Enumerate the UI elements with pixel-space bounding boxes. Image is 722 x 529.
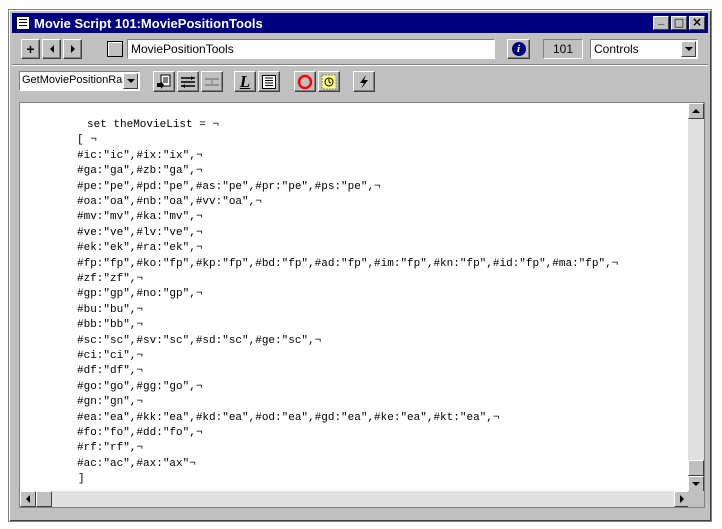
arrow-up-icon xyxy=(692,109,700,113)
category-dropdown-value: Controls xyxy=(594,42,639,56)
chevron-down-icon[interactable] xyxy=(123,73,138,89)
chevron-down-icon[interactable] xyxy=(681,41,696,57)
uncomment-icon xyxy=(205,77,219,86)
script-name-field[interactable]: MoviePositionTools xyxy=(127,39,495,59)
close-button[interactable]: × xyxy=(689,16,705,30)
code-line[interactable]: #ea:"ea",#kk:"ea",#kd:"ea",#od:"ea",#gd:… xyxy=(77,411,499,425)
toolbar-divider xyxy=(12,64,708,66)
close-icon: × xyxy=(691,15,703,29)
code-line[interactable]: #oa:"oa",#nb:"oa",#vv:"oa",¬ xyxy=(77,195,262,209)
handler-dropdown-value: GetMoviePositionRa xyxy=(22,74,123,86)
drag-cast-member-icon[interactable] xyxy=(107,41,123,57)
code-area[interactable]: set theMovieList = ¬[ ¬ #ic:"ic",#ix:"ix"… xyxy=(20,103,690,492)
cast-member-info-button[interactable]: i xyxy=(507,39,530,59)
recompile-button[interactable] xyxy=(353,71,375,92)
handler-dropdown[interactable]: GetMoviePositionRa xyxy=(19,71,140,91)
plus-icon: + xyxy=(26,41,35,57)
code-line[interactable]: #gn:"gn",¬ xyxy=(77,395,143,409)
code-line[interactable]: #ga:"ga",#zb:"ga",¬ xyxy=(77,164,202,178)
info-letter: i xyxy=(516,43,521,55)
code-line[interactable]: #pe:"pe",#pd:"pe",#as:"pe",#pr:"pe",#ps:… xyxy=(77,180,381,194)
horizontal-scrollbar[interactable] xyxy=(20,491,690,507)
scrollbar-corner xyxy=(688,491,704,507)
code-line[interactable]: #zf:"zf",¬ xyxy=(77,272,143,286)
new-script-button[interactable]: + xyxy=(21,39,40,59)
previous-arrow-icon xyxy=(49,45,54,53)
code-line[interactable]: #bb:"bb",¬ xyxy=(77,318,143,332)
go-to-handler-icon xyxy=(157,74,171,89)
minimize-button[interactable]: _ xyxy=(653,14,669,30)
vertical-scrollbar[interactable] xyxy=(688,103,704,492)
code-line[interactable]: #bu:"bu",¬ xyxy=(77,303,143,317)
arrow-left-icon xyxy=(26,495,30,503)
category-dropdown[interactable]: Controls xyxy=(590,39,698,59)
maximize-button[interactable]: □ xyxy=(671,16,687,30)
arrow-down-icon xyxy=(692,482,700,486)
cast-number-value: 101 xyxy=(553,42,574,56)
horizontal-scroll-thumb[interactable] xyxy=(36,491,52,507)
uncomment-button[interactable] xyxy=(201,71,223,92)
watch-expression-icon xyxy=(321,74,337,89)
vertical-scroll-thumb[interactable] xyxy=(688,460,704,476)
info-icon: i xyxy=(511,42,526,56)
maximize-icon: □ xyxy=(673,16,685,29)
cast-number-display: 101 xyxy=(543,39,583,59)
code-line[interactable]: #fp:"fp",#ko:"fp",#kp:"fp",#bd:"fp",#ad:… xyxy=(77,257,618,271)
window-title: Movie Script 101:MoviePositionTools xyxy=(34,15,263,31)
code-line[interactable]: #ic:"ic",#ix:"ix",¬ xyxy=(77,149,202,163)
code-line[interactable]: #ek:"ek",#ra:"ek",¬ xyxy=(77,241,202,255)
categorized-lingo-icon xyxy=(262,74,276,89)
categorized-lingo-button[interactable] xyxy=(258,71,280,92)
next-script-button[interactable] xyxy=(63,39,82,59)
toggle-breakpoint-button[interactable] xyxy=(294,71,316,92)
code-line[interactable]: #rf:"rf",¬ xyxy=(77,441,143,455)
alphabetical-lingo-icon: L xyxy=(239,71,251,91)
go-to-handler-button[interactable] xyxy=(153,71,175,92)
script-window: Movie Script 101:MoviePositionTools _ □ … xyxy=(8,9,712,522)
previous-script-button[interactable] xyxy=(42,39,61,59)
code-line[interactable]: ] xyxy=(78,472,85,486)
alphabetical-lingo-button[interactable]: L xyxy=(234,71,256,92)
title-bar[interactable]: Movie Script 101:MoviePositionTools _ □ … xyxy=(12,13,708,33)
comment-button[interactable] xyxy=(177,71,199,92)
code-line[interactable]: #ci:"ci",¬ xyxy=(77,349,143,363)
code-line[interactable]: #ve:"ve",#lv:"ve",¬ xyxy=(77,226,202,240)
code-line[interactable]: #gp:"gp",#no:"gp",¬ xyxy=(77,287,202,301)
scroll-left-button[interactable] xyxy=(20,491,36,507)
script-editor[interactable]: set theMovieList = ¬[ ¬ #ic:"ic",#ix:"ix"… xyxy=(19,102,705,508)
arrow-right-icon xyxy=(680,495,684,503)
script-window-icon[interactable] xyxy=(16,16,30,30)
code-line[interactable]: #df:"df",¬ xyxy=(77,364,143,378)
lightning-icon xyxy=(360,74,368,89)
next-arrow-icon xyxy=(70,45,75,53)
comment-icon xyxy=(181,75,195,88)
script-name-value: MoviePositionTools xyxy=(131,42,234,56)
code-line[interactable]: #fo:"fo",#dd:"fo",¬ xyxy=(77,426,202,440)
minimize-icon: _ xyxy=(657,14,665,26)
code-line[interactable]: [ ¬ xyxy=(77,133,97,147)
code-line[interactable]: #sc:"sc",#sv:"sc",#sd:"sc",#ge:"sc",¬ xyxy=(77,334,321,348)
code-line[interactable]: #go:"go",#gg:"go",¬ xyxy=(77,380,202,394)
scroll-up-button[interactable] xyxy=(688,103,704,119)
scroll-down-button[interactable] xyxy=(688,476,704,492)
code-line[interactable]: #mv:"mv",#ka:"mv",¬ xyxy=(77,210,202,224)
toggle-breakpoint-icon xyxy=(297,74,313,89)
code-line[interactable]: set theMovieList = ¬ xyxy=(87,118,219,132)
watch-expression-button[interactable] xyxy=(318,71,340,92)
code-line[interactable]: #ac:"ac",#ax:"ax"¬ xyxy=(77,457,196,471)
